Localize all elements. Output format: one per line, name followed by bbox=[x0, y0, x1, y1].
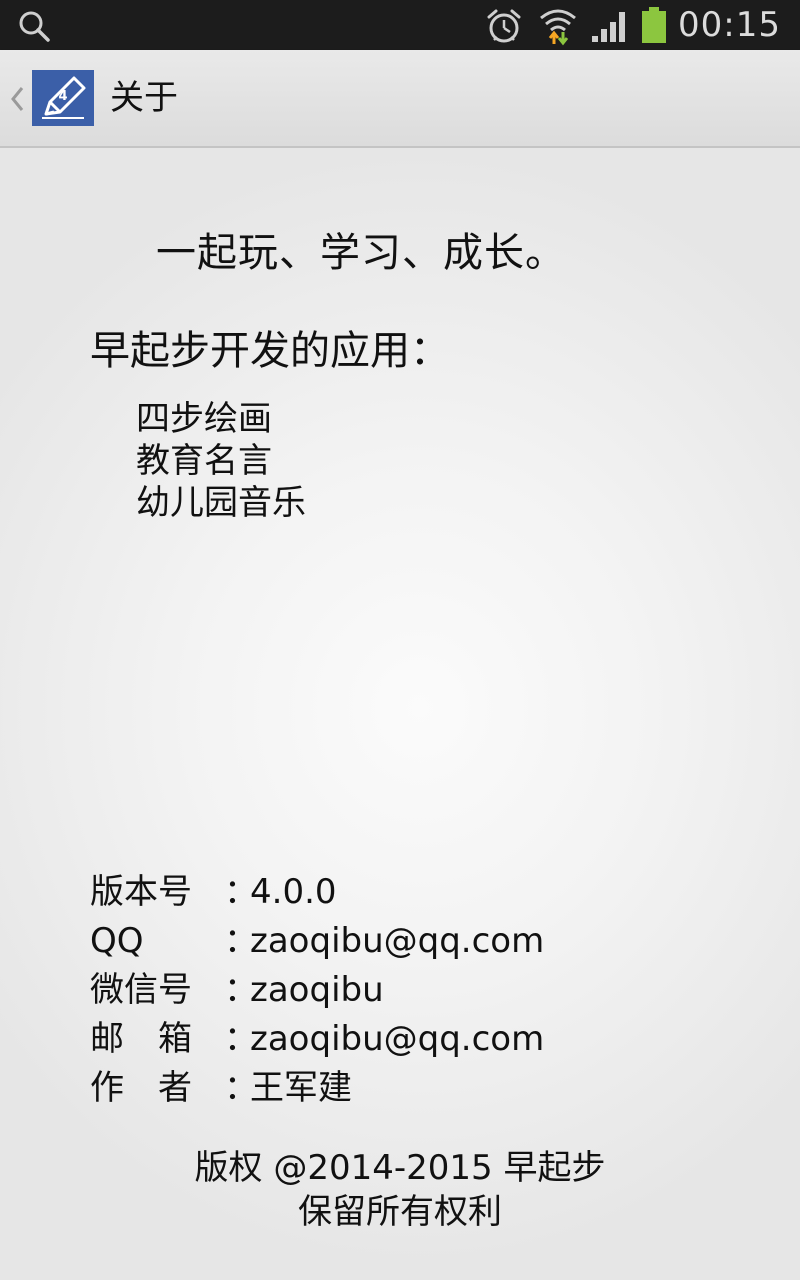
status-bar: 00:15 bbox=[0, 0, 800, 50]
author-value: 王军建 bbox=[250, 1068, 352, 1108]
separator: ： bbox=[224, 921, 258, 961]
action-bar: 4 关于 bbox=[0, 50, 800, 148]
list-item: 幼儿园音乐 bbox=[136, 483, 306, 523]
back-chevron-icon[interactable] bbox=[8, 84, 26, 114]
separator: ： bbox=[224, 1019, 258, 1059]
separator: ： bbox=[224, 970, 258, 1010]
copyright-footer: 版权 @2014-2015 早起步 保留所有权利 bbox=[0, 1146, 800, 1234]
email-label: 邮 箱 bbox=[90, 1019, 192, 1059]
email-row: 邮 箱 ：zaoqibu@qq.com bbox=[90, 1015, 544, 1064]
separator: ： bbox=[224, 1068, 258, 1108]
wifi-icon bbox=[540, 9, 576, 46]
about-content: 一起玩、学习、成长。 早起步开发的应用： 四步绘画 教育名言 幼儿园音乐 版本号… bbox=[0, 148, 800, 1280]
wechat-value: zaoqibu bbox=[250, 970, 384, 1010]
apps-heading: 早起步开发的应用： bbox=[90, 328, 450, 374]
qq-row: QQ ：zaoqibu@qq.com bbox=[90, 917, 544, 966]
separator: ： bbox=[224, 872, 258, 912]
signal-icon bbox=[592, 12, 625, 42]
wechat-label: 微信号 bbox=[90, 970, 192, 1010]
wechat-row: 微信号 ：zaoqibu bbox=[90, 966, 544, 1015]
author-label: 作 者 bbox=[90, 1068, 192, 1108]
qq-value: zaoqibu@qq.com bbox=[250, 921, 545, 961]
page-title: 关于 bbox=[110, 78, 178, 118]
pencil-icon: 4 bbox=[42, 76, 86, 119]
version-label: 版本号 bbox=[90, 872, 192, 912]
copyright-text: 版权 @2014-2015 早起步 bbox=[194, 1148, 606, 1188]
status-time: 00:15 bbox=[678, 5, 781, 45]
author-row: 作 者 ：王军建 bbox=[90, 1064, 544, 1113]
app-logo[interactable]: 4 bbox=[32, 70, 94, 126]
rights-text: 保留所有权利 bbox=[298, 1192, 502, 1232]
list-item: 教育名言 bbox=[136, 441, 272, 481]
battery-icon bbox=[642, 7, 666, 43]
alarm-icon bbox=[487, 9, 521, 43]
version-value: 4.0.0 bbox=[250, 872, 337, 912]
app-info: 版本号 ：4.0.0 QQ ：zaoqibu@qq.com 微信号 ：zaoqibu … bbox=[90, 868, 544, 1113]
logo-badge: 4 bbox=[58, 89, 67, 104]
email-value: zaoqibu@qq.com bbox=[250, 1019, 545, 1059]
qq-label: QQ bbox=[90, 921, 144, 961]
slogan-text: 一起玩、学习、成长。 bbox=[156, 230, 566, 276]
apps-list: 四步绘画 教育名言 幼儿园音乐 bbox=[136, 398, 306, 524]
version-row: 版本号 ：4.0.0 bbox=[90, 868, 544, 917]
list-item: 四步绘画 bbox=[136, 399, 272, 439]
search-icon[interactable] bbox=[16, 8, 52, 44]
